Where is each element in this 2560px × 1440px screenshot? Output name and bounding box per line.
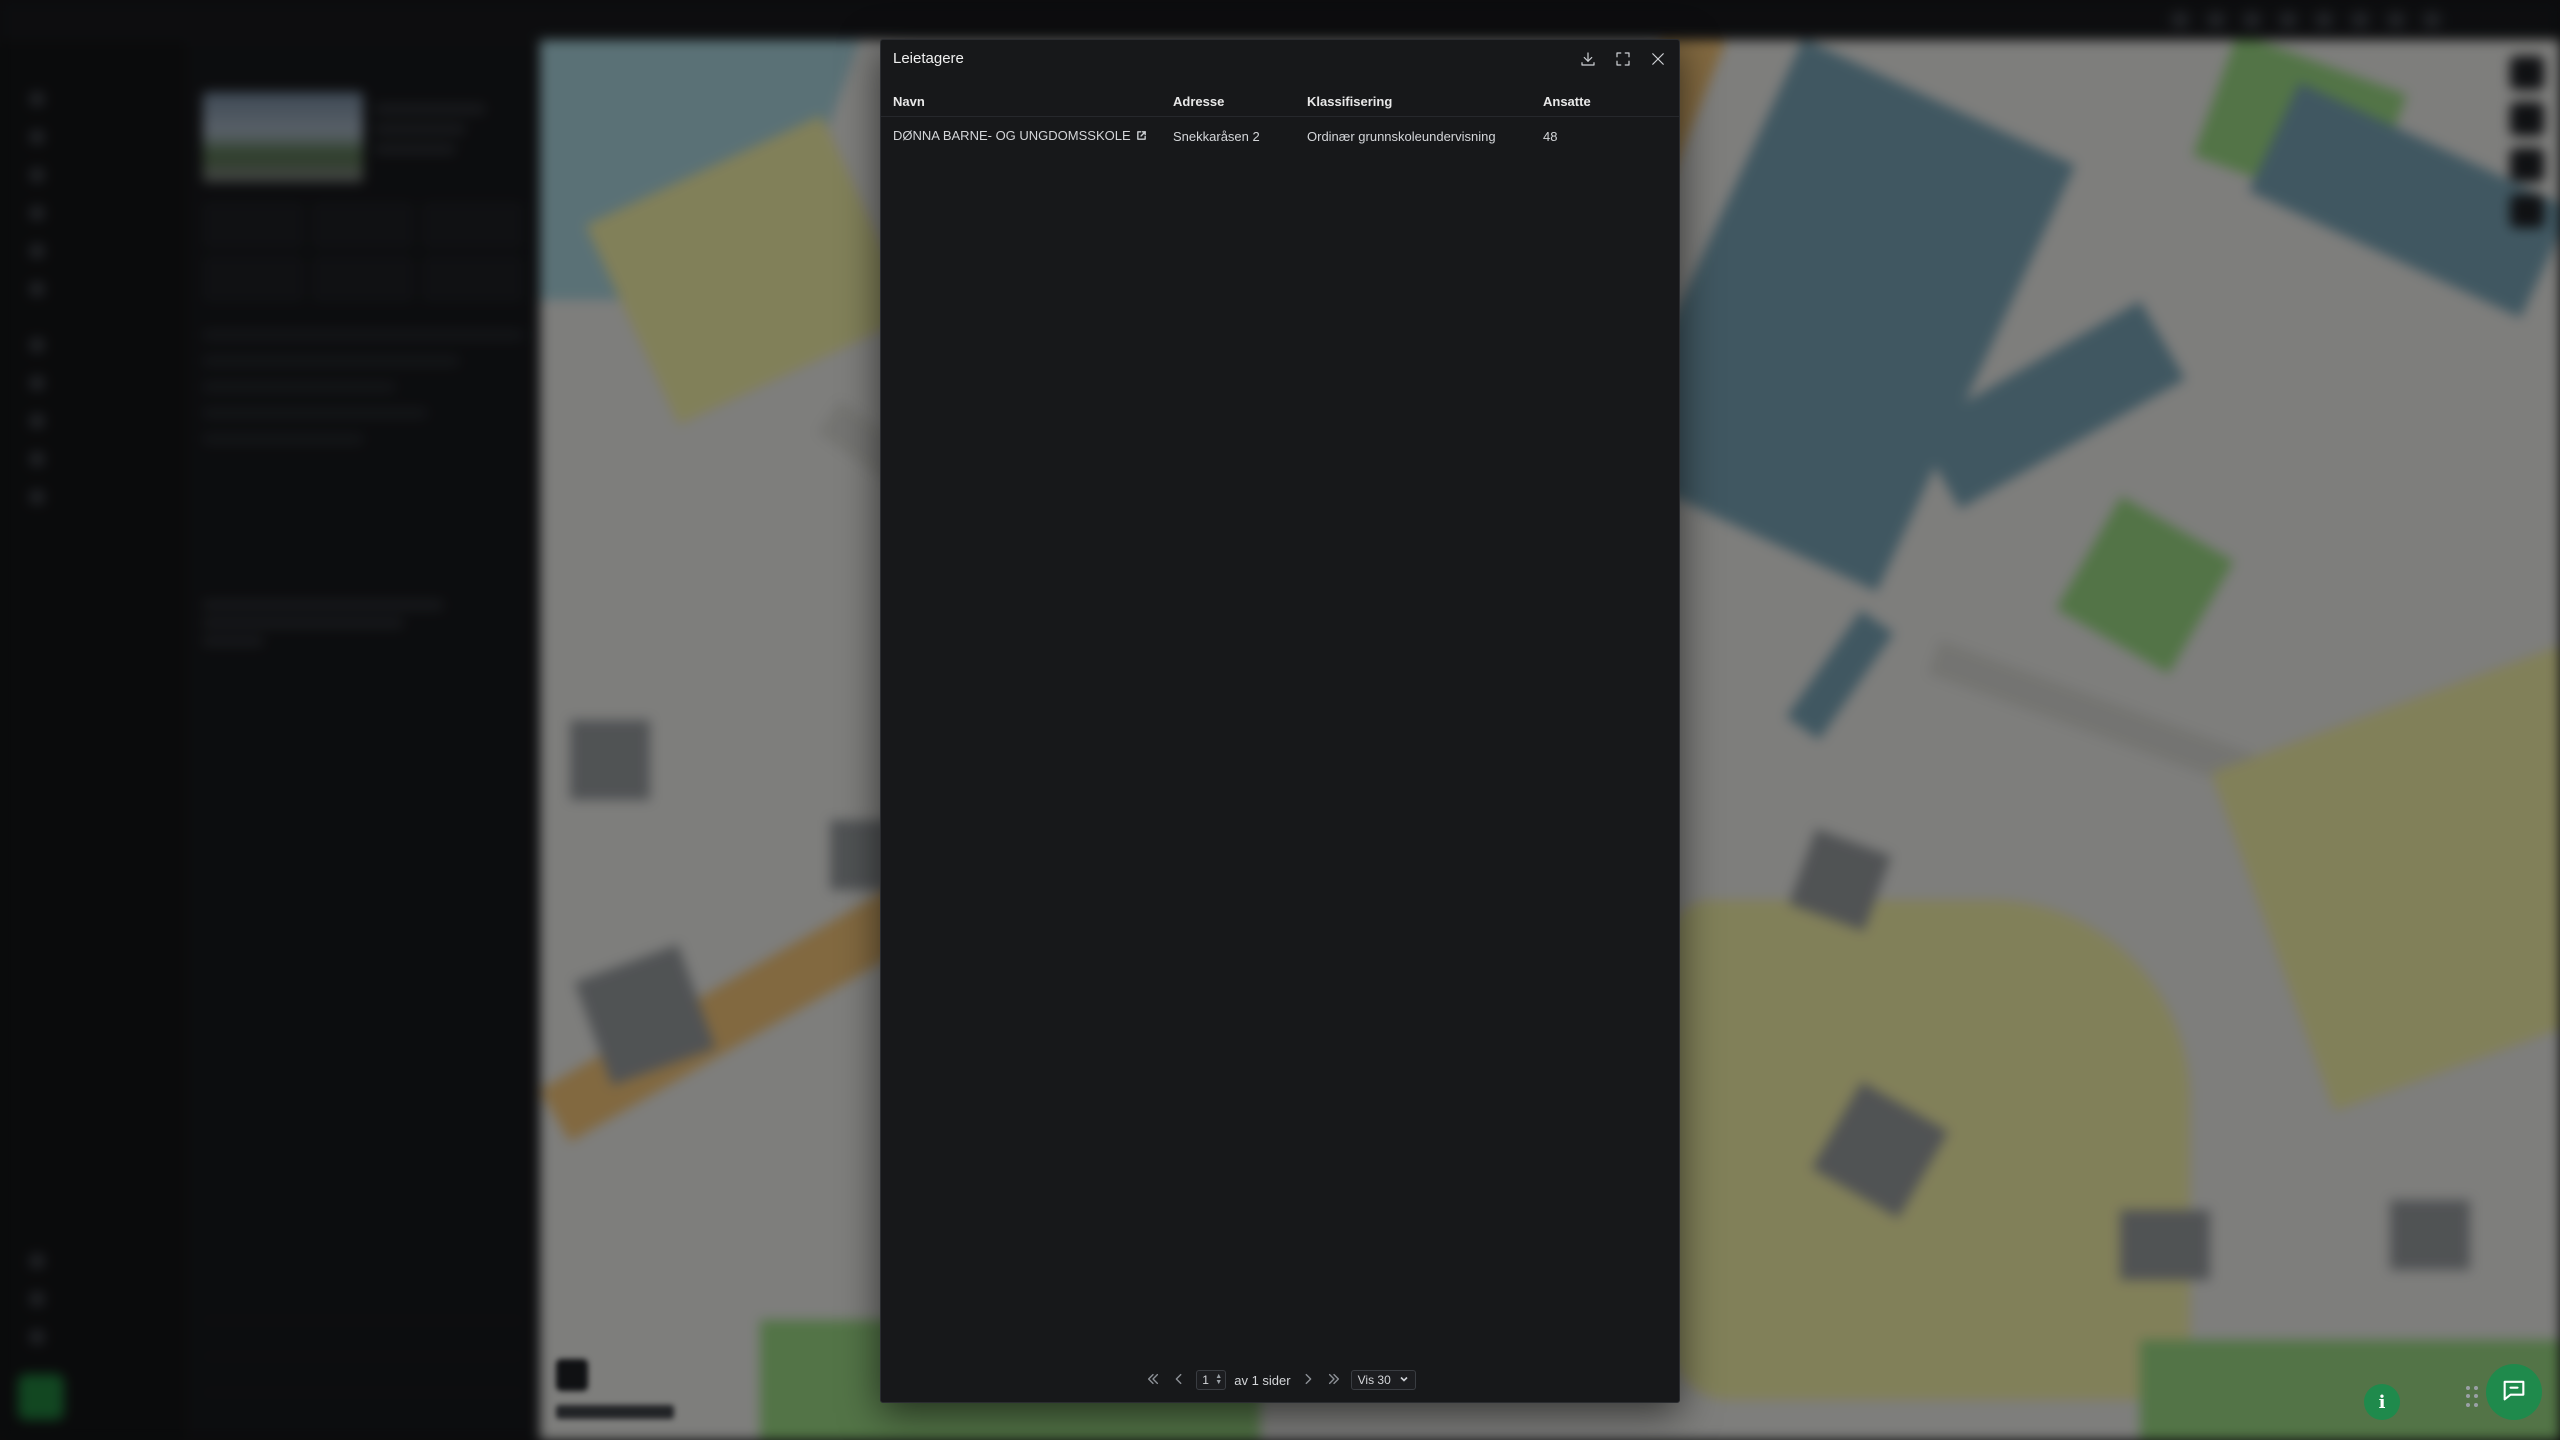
download-icon xyxy=(1579,50,1597,73)
dialog-header: Leietagere xyxy=(881,40,1679,80)
page-number-input[interactable]: 1 ▲ ▼ xyxy=(1196,1370,1227,1390)
tenants-dialog: Leietagere Navn Adresse Klassifisering A… xyxy=(880,39,1680,1403)
table-row: DØNNA BARNE- OG UNGDOMSSKOLE Snekkaråsen… xyxy=(881,116,1679,156)
drag-handle-icon[interactable] xyxy=(2466,1386,2480,1408)
external-link-icon[interactable] xyxy=(1136,129,1147,144)
next-page-button[interactable] xyxy=(1299,1371,1317,1389)
page-number-value: 1 xyxy=(1202,1373,1209,1387)
tenants-table: Navn Adresse Klassifisering Ansatte DØNN… xyxy=(881,88,1679,156)
tenant-address-cell: Snekkaråsen 2 xyxy=(1173,128,1260,144)
info-button[interactable]: i xyxy=(2364,1384,2400,1420)
stepper-icon[interactable]: ▲ ▼ xyxy=(1215,1373,1222,1386)
chat-icon xyxy=(2500,1376,2528,1409)
download-button[interactable] xyxy=(1575,48,1601,74)
close-button[interactable] xyxy=(1645,48,1671,74)
last-page-button[interactable] xyxy=(1325,1371,1343,1389)
dialog-title: Leietagere xyxy=(893,50,964,67)
tenant-name-link[interactable]: DØNNA BARNE- OG UNGDOMSSKOLE xyxy=(893,128,1131,143)
tenant-classification-cell: Ordinær grunnskoleundervisning xyxy=(1307,128,1496,144)
page-count-text: av 1 sider xyxy=(1234,1372,1291,1388)
table-header-row: Navn Adresse Klassifisering Ansatte xyxy=(881,88,1679,117)
previous-page-button[interactable] xyxy=(1170,1371,1188,1389)
first-page-button[interactable] xyxy=(1144,1371,1162,1389)
column-header-employees[interactable]: Ansatte xyxy=(1543,88,1679,117)
column-header-address[interactable]: Adresse xyxy=(1173,88,1307,117)
pagination: 1 ▲ ▼ av 1 sider Vis 30 xyxy=(881,1368,1679,1392)
chevron-right-icon xyxy=(1301,1372,1315,1389)
info-icon: i xyxy=(2378,1391,2386,1413)
double-chevron-right-icon xyxy=(1327,1372,1341,1389)
page-size-label: Vis 30 xyxy=(1357,1373,1391,1387)
expand-icon xyxy=(1614,50,1632,73)
chevron-down-icon xyxy=(1399,1373,1409,1387)
tenant-name-cell: DØNNA BARNE- OG UNGDOMSSKOLE xyxy=(881,116,1173,156)
fullscreen-button[interactable] xyxy=(1610,48,1636,74)
double-chevron-left-icon xyxy=(1146,1372,1160,1389)
page-size-select[interactable]: Vis 30 xyxy=(1350,1370,1416,1390)
column-header-name[interactable]: Navn xyxy=(881,88,1173,117)
tenant-employees-cell: 48 xyxy=(1543,128,1558,144)
chevron-left-icon xyxy=(1172,1372,1186,1389)
column-header-classification[interactable]: Klassifisering xyxy=(1307,88,1543,117)
chat-button[interactable] xyxy=(2486,1364,2542,1420)
close-icon xyxy=(1649,50,1667,73)
